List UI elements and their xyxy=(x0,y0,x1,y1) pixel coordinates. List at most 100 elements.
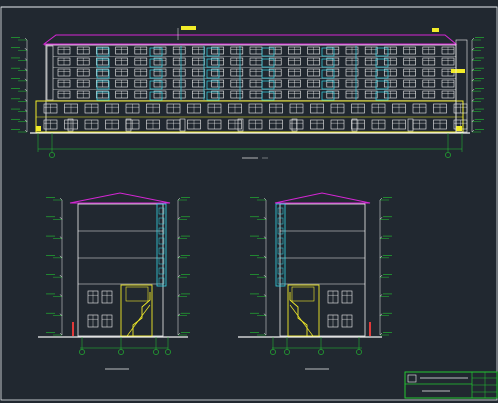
front-balcony xyxy=(261,69,275,79)
front-right-level-triangle xyxy=(471,109,475,112)
right-side-red-mark xyxy=(369,322,371,336)
front-right-side-tag xyxy=(451,69,465,73)
front-left-level-triangle xyxy=(24,109,28,112)
right-side-ground-windows xyxy=(291,286,353,328)
right-side-roof xyxy=(274,192,371,204)
front-balcony xyxy=(96,69,110,79)
front-left-level-triangle xyxy=(24,37,28,41)
axis-bubble xyxy=(356,349,362,355)
left-side-porch-stair xyxy=(132,292,151,336)
rs-left-level-triangle xyxy=(263,275,267,278)
front-right-level-triangle xyxy=(471,68,475,71)
front-axis-bubble-right xyxy=(445,152,451,158)
ls-left-level-triangle xyxy=(59,217,63,220)
axis-bubble xyxy=(284,349,290,355)
rs-right-level-triangle xyxy=(379,294,383,297)
front-right-level-triangle xyxy=(471,88,475,92)
right-side-floor-lines xyxy=(280,230,365,285)
front-right-level-markers xyxy=(471,37,484,133)
rs-shaft-window xyxy=(277,207,284,215)
front-left-level-triangle xyxy=(24,129,28,133)
front-right-level-triangle xyxy=(471,37,475,41)
right-side-axis-bubbles xyxy=(270,337,362,355)
right-side-porch-rail xyxy=(289,304,314,337)
front-balcony xyxy=(375,47,389,57)
rs-right-level-triangle xyxy=(379,332,383,336)
right-side-stair-shaft xyxy=(275,203,286,287)
title-block[interactable] xyxy=(404,371,498,399)
rs-right-level-triangle xyxy=(379,197,383,201)
left-side-floor-lines xyxy=(78,230,163,285)
right-side-shaft-windows xyxy=(277,207,284,285)
left-side-elevation xyxy=(38,192,190,370)
right-side-porch-frame xyxy=(287,284,320,337)
front-right-level-triangle xyxy=(471,129,475,133)
front-balcony xyxy=(96,47,110,57)
front-right-level-triangle xyxy=(471,78,475,82)
front-balcony xyxy=(261,91,275,101)
front-balcony xyxy=(96,91,110,101)
front-roof-tag xyxy=(181,26,196,30)
front-roof-tag-right xyxy=(432,28,439,32)
front-left-level-triangle xyxy=(24,78,28,82)
axis-bubble xyxy=(318,349,324,355)
front-balcony xyxy=(321,47,335,57)
rs-right-level-triangle xyxy=(379,236,383,239)
rs-left-level-triangle xyxy=(263,217,267,220)
rs-porch-window xyxy=(291,286,315,302)
rs-left-level-triangle xyxy=(263,313,267,316)
ls-right-level-triangle xyxy=(177,255,181,258)
front-balcony xyxy=(206,91,220,101)
front-left-level-markers xyxy=(11,37,28,133)
ls-right-level-triangle xyxy=(177,313,181,316)
cad-drawing-sheet[interactable] xyxy=(0,0,498,403)
front-left-level-triangle xyxy=(24,99,28,102)
right-side-left-level-markers xyxy=(250,197,267,336)
left-side-roof xyxy=(69,192,171,204)
front-balcony xyxy=(96,80,110,90)
right-side-elevation xyxy=(238,192,392,370)
front-right-tag xyxy=(456,126,462,131)
rs-left-level-triangle xyxy=(263,255,267,258)
front-balcony xyxy=(206,58,220,68)
front-podium-windows xyxy=(43,103,468,132)
rs-left-level-triangle xyxy=(263,197,267,201)
rs-shaft-window xyxy=(277,247,284,255)
axis-bubble xyxy=(165,349,171,355)
rs-right-level-triangle xyxy=(379,255,383,258)
axis-bubble xyxy=(153,349,159,355)
right-side-right-level-markers xyxy=(379,197,392,336)
front-balcony xyxy=(261,47,275,57)
front-right-level-triangle xyxy=(471,119,475,122)
front-axis-bubble-left xyxy=(49,152,55,158)
front-roof xyxy=(42,34,458,45)
front-balcony xyxy=(206,80,220,90)
rs-left-level-triangle xyxy=(263,332,267,336)
left-side-ground-windows xyxy=(87,286,149,328)
rs-left-level-triangle xyxy=(263,294,267,297)
ls-right-level-triangle xyxy=(177,275,181,278)
left-side-axis-bubbles xyxy=(79,337,171,355)
front-balcony xyxy=(206,69,220,79)
rs-right-level-triangle xyxy=(379,275,383,278)
front-right-level-triangle xyxy=(471,48,475,51)
front-balcony xyxy=(321,91,335,101)
rs-left-level-triangle xyxy=(263,236,267,239)
front-balcony xyxy=(206,47,220,57)
rs-right-level-triangle xyxy=(379,313,383,316)
front-right-level-triangle xyxy=(471,99,475,102)
front-balcony xyxy=(375,91,389,101)
rs-shaft-window xyxy=(277,257,284,265)
ls-left-level-triangle xyxy=(59,255,63,258)
axis-bubble xyxy=(118,349,124,355)
ls-left-level-triangle xyxy=(59,275,63,278)
front-left-level-triangle xyxy=(24,88,28,92)
left-side-stair-shaft xyxy=(156,203,167,287)
ls-porch-window xyxy=(125,286,149,302)
front-podium-door xyxy=(179,118,186,132)
front-left-level-triangle xyxy=(24,68,28,71)
ls-left-level-triangle xyxy=(59,197,63,201)
ls-right-level-triangle xyxy=(177,332,181,336)
ls-left-level-triangle xyxy=(59,332,63,336)
left-side-left-level-markers xyxy=(46,197,63,336)
